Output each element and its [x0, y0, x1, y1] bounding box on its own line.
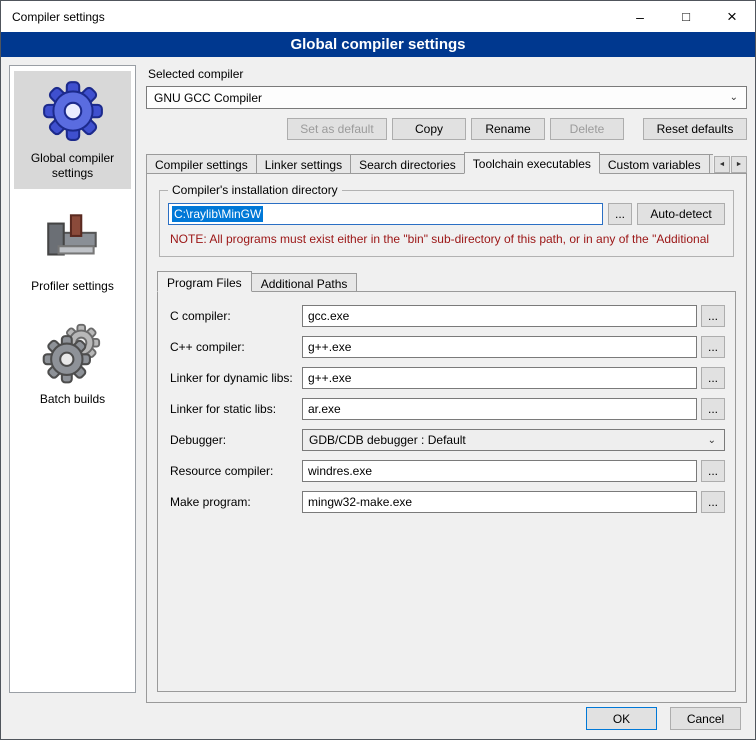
selected-compiler-label: Selected compiler: [148, 67, 747, 81]
resource-compiler-input[interactable]: [302, 460, 697, 482]
compiler-settings-dialog: Compiler settings – □ × Global compiler …: [0, 0, 756, 740]
auto-detect-button[interactable]: Auto-detect: [637, 203, 725, 225]
selected-compiler-value: GNU GCC Compiler: [154, 91, 262, 105]
installation-directory-group: Compiler's installation directory C:\ray…: [159, 190, 734, 257]
tab-build-options[interactable]: Build options: [709, 154, 713, 174]
installation-directory-input[interactable]: C:\raylib\MinGW: [168, 203, 603, 225]
settings-category-list: Global compiler settings Profiler settin…: [9, 65, 136, 693]
window-controls: – □ ×: [617, 1, 755, 32]
compiler-actions: Set as default Copy Rename Delete Reset …: [146, 118, 747, 140]
dialog-footer: OK Cancel: [586, 707, 741, 730]
installation-directory-row: C:\raylib\MinGW ... Auto-detect: [168, 203, 725, 225]
program-files-panel: C compiler: ... C++ compiler: ... Linker…: [157, 291, 736, 692]
static-linker-browse-button[interactable]: ...: [701, 398, 725, 420]
field-row-c-compiler: C compiler: ...: [170, 305, 725, 327]
title-bar: Compiler settings – □ ×: [1, 1, 755, 32]
make-program-browse-button[interactable]: ...: [701, 491, 725, 513]
window-title: Compiler settings: [12, 10, 105, 24]
copy-button[interactable]: Copy: [392, 118, 466, 140]
c-compiler-browse-button[interactable]: ...: [701, 305, 725, 327]
make-program-input[interactable]: [302, 491, 697, 513]
sidebar-item-label: Profiler settings: [31, 279, 114, 294]
sidebar-item-global-compiler-settings[interactable]: Global compiler settings: [14, 71, 131, 189]
chevron-down-icon: ⌄: [700, 435, 724, 446]
sidebar-item-label: Batch builds: [40, 392, 105, 407]
c-compiler-label: C compiler:: [170, 309, 302, 323]
sidebar-item-label: Global compiler settings: [16, 151, 129, 181]
field-row-cpp-compiler: C++ compiler: ...: [170, 336, 725, 358]
field-row-debugger: Debugger: GDB/CDB debugger : Default ⌄: [170, 429, 725, 451]
profiler-tool-icon: [40, 205, 106, 271]
minimize-icon[interactable]: –: [617, 1, 663, 32]
resource-compiler-label: Resource compiler:: [170, 464, 302, 478]
installation-note: NOTE: All programs must exist either in …: [170, 232, 723, 246]
set-as-default-button[interactable]: Set as default: [287, 118, 387, 140]
tab-compiler-settings[interactable]: Compiler settings: [146, 154, 257, 174]
sidebar-item-batch-builds[interactable]: Batch builds: [14, 312, 131, 415]
tab-scroll-buttons: ◄ ►: [714, 156, 747, 173]
program-files-subtabs: Program Files Additional Paths: [157, 271, 738, 292]
settings-tabstrip: Compiler settings Linker settings Search…: [146, 152, 747, 174]
tab-toolchain-executables[interactable]: Toolchain executables: [464, 152, 600, 174]
cpp-compiler-input[interactable]: [302, 336, 697, 358]
make-program-label: Make program:: [170, 495, 302, 509]
field-row-static-linker: Linker for static libs: ...: [170, 398, 725, 420]
browse-directory-button[interactable]: ...: [608, 203, 632, 225]
subtab-additional-paths[interactable]: Additional Paths: [251, 273, 358, 292]
delete-button[interactable]: Delete: [550, 118, 624, 140]
installation-directory-group-title: Compiler's installation directory: [168, 183, 342, 197]
field-row-make-program: Make program: ...: [170, 491, 725, 513]
dialog-content: Global compiler settings Profiler settin…: [1, 57, 755, 739]
subtab-program-files[interactable]: Program Files: [157, 271, 252, 292]
tab-scroll-left-icon[interactable]: ◄: [714, 156, 730, 173]
debugger-label: Debugger:: [170, 433, 302, 447]
close-icon[interactable]: ×: [709, 1, 755, 32]
sidebar-item-profiler-settings[interactable]: Profiler settings: [14, 199, 131, 302]
tab-custom-variables[interactable]: Custom variables: [599, 154, 710, 174]
ok-button[interactable]: OK: [586, 707, 657, 730]
chevron-down-icon: ⌄: [722, 92, 746, 103]
reset-defaults-button[interactable]: Reset defaults: [643, 118, 747, 140]
selected-compiler-dropdown[interactable]: GNU GCC Compiler ⌄: [146, 86, 747, 109]
field-row-dynamic-linker: Linker for dynamic libs: ...: [170, 367, 725, 389]
tab-linker-settings[interactable]: Linker settings: [256, 154, 351, 174]
dynamic-linker-browse-button[interactable]: ...: [701, 367, 725, 389]
gear-blue-icon: [40, 77, 106, 143]
dynamic-linker-label: Linker for dynamic libs:: [170, 371, 302, 385]
debugger-dropdown[interactable]: GDB/CDB debugger : Default ⌄: [302, 429, 725, 451]
toolchain-executables-panel: Compiler's installation directory C:\ray…: [146, 173, 747, 703]
gears-grey-icon: [40, 318, 106, 384]
static-linker-input[interactable]: [302, 398, 697, 420]
main-area: Selected compiler GNU GCC Compiler ⌄ Set…: [146, 65, 747, 703]
tab-search-directories[interactable]: Search directories: [350, 154, 465, 174]
tabs-scroll-area: Compiler settings Linker settings Search…: [146, 152, 713, 174]
dynamic-linker-input[interactable]: [302, 367, 697, 389]
maximize-icon[interactable]: □: [663, 1, 709, 32]
field-row-resource-compiler: Resource compiler: ...: [170, 460, 725, 482]
installation-directory-selected-text: C:\raylib\MinGW: [172, 206, 263, 222]
page-title: Global compiler settings: [1, 32, 755, 57]
c-compiler-input[interactable]: [302, 305, 697, 327]
cpp-compiler-browse-button[interactable]: ...: [701, 336, 725, 358]
rename-button[interactable]: Rename: [471, 118, 545, 140]
tab-scroll-right-icon[interactable]: ►: [731, 156, 747, 173]
cancel-button[interactable]: Cancel: [670, 707, 741, 730]
cpp-compiler-label: C++ compiler:: [170, 340, 302, 354]
debugger-value: GDB/CDB debugger : Default: [309, 433, 466, 447]
resource-compiler-browse-button[interactable]: ...: [701, 460, 725, 482]
static-linker-label: Linker for static libs:: [170, 402, 302, 416]
